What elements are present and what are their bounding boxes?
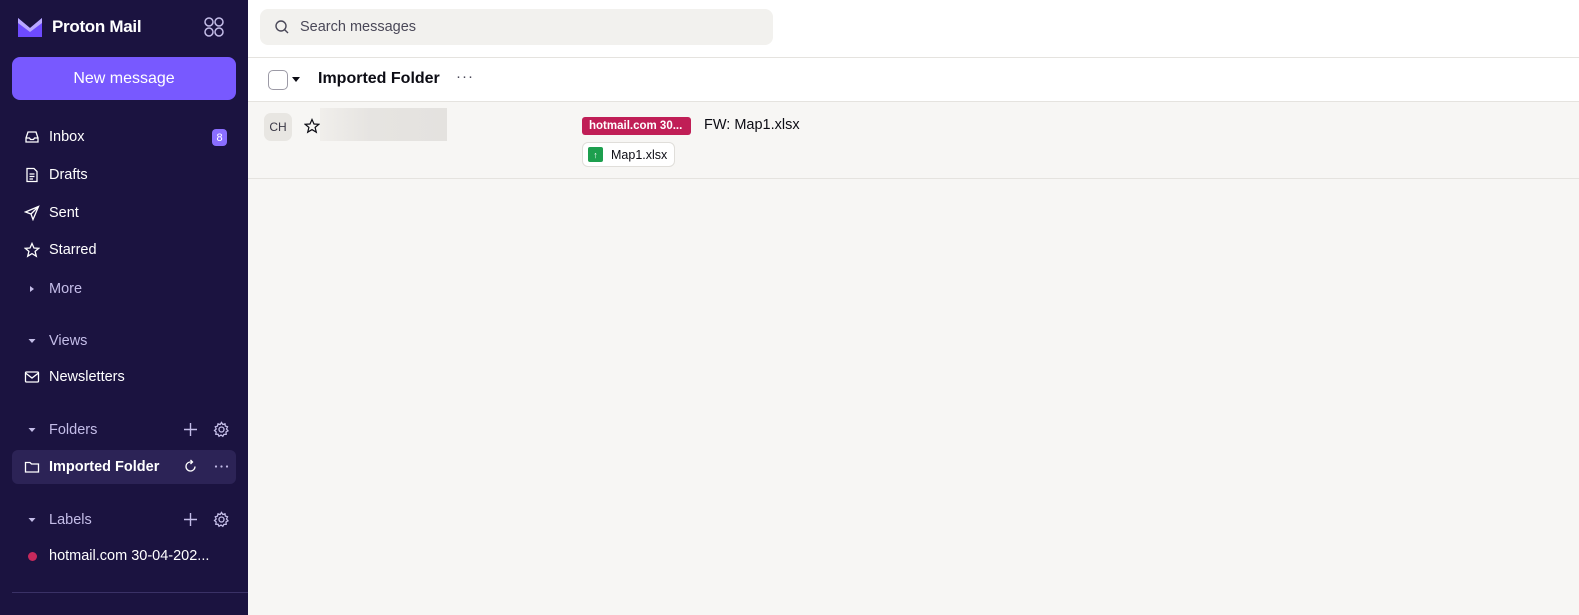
message-label-tag[interactable]: hotmail.com 30... [582, 117, 691, 135]
new-message-button[interactable]: New message [12, 57, 236, 100]
search-bar[interactable] [260, 9, 773, 45]
label-actions [182, 511, 230, 528]
message-subject: FW: Map1.xlsx [704, 117, 800, 133]
label-color-dot [28, 551, 37, 561]
search-icon [274, 19, 290, 35]
sidebar-item-label: Drafts [49, 167, 88, 183]
caret-right-icon [24, 281, 40, 297]
sidebar-item-drafts[interactable]: Drafts [12, 158, 236, 192]
folder-icon [24, 459, 40, 475]
select-options-caret-icon[interactable] [292, 77, 300, 82]
unread-count-badge: 8 [212, 129, 227, 146]
sidebar-item-label: Newsletters [49, 369, 125, 385]
sidebar-item-inbox[interactable]: Inbox 8 [12, 120, 236, 154]
caret-down-icon [24, 422, 40, 438]
select-all-checkbox[interactable] [268, 70, 288, 90]
refresh-icon[interactable] [182, 458, 199, 475]
sidebar-divider [12, 592, 248, 593]
avatar[interactable]: CH [264, 113, 292, 141]
attachment-name: Map1.xlsx [611, 147, 668, 162]
folder-settings-gear-icon[interactable] [213, 421, 230, 438]
more-options-icon[interactable]: ··· [456, 68, 474, 85]
folder-actions [182, 421, 230, 438]
sidebar-item-label-hotmail[interactable]: hotmail.com 30-04-202... [12, 539, 236, 573]
apps-grid-icon[interactable] [203, 16, 225, 38]
sidebar-item-label: Imported Folder [49, 459, 160, 475]
section-label: Views [49, 333, 88, 349]
message-list-toolbar: Imported Folder ··· [248, 58, 1579, 102]
top-bar [248, 0, 1579, 58]
star-toggle-icon[interactable] [303, 118, 321, 134]
sidebar-item-sent[interactable]: Sent [12, 196, 236, 230]
star-icon [24, 242, 40, 258]
section-folders[interactable]: Folders [12, 413, 236, 447]
sidebar-item-newsletters[interactable]: Newsletters [12, 360, 236, 394]
envelope-icon [24, 369, 40, 385]
message-row[interactable]: CH hotmail.com 30... FW: Map1.xlsx ↑ Map… [248, 102, 1579, 179]
sidebar-item-label: Inbox [49, 129, 85, 145]
sidebar: Proton Mail New message Inbox 8 Drafts S… [0, 0, 248, 615]
caret-down-icon [24, 333, 40, 349]
brand-name: Proton Mail [52, 17, 142, 36]
caret-down-icon [24, 512, 40, 528]
attachment-chip[interactable]: ↑ Map1.xlsx [582, 142, 676, 167]
section-labels[interactable]: Labels [12, 503, 236, 537]
inbox-icon [24, 129, 40, 145]
sidebar-item-starred[interactable]: Starred [12, 233, 236, 267]
sidebar-item-more[interactable]: More [12, 272, 236, 306]
sidebar-item-label: More [49, 281, 83, 297]
sidebar-item-label: hotmail.com 30-04-202... [49, 548, 210, 564]
section-views[interactable]: Views [12, 324, 236, 358]
brand[interactable]: Proton Mail [16, 14, 142, 40]
sidebar-item-imported-folder[interactable]: Imported Folder [12, 450, 236, 484]
add-folder-icon[interactable] [182, 421, 199, 438]
spreadsheet-file-icon: ↑ [588, 147, 603, 162]
proton-logo-icon [16, 15, 44, 39]
page-title: Imported Folder [318, 70, 440, 87]
add-label-icon[interactable] [182, 511, 199, 528]
folder-more-options-icon[interactable] [213, 458, 230, 475]
paper-plane-icon [24, 205, 40, 221]
search-input[interactable] [300, 19, 740, 35]
section-label: Labels [49, 512, 92, 528]
sidebar-item-label: Sent [49, 205, 79, 221]
label-settings-gear-icon[interactable] [213, 511, 230, 528]
section-label: Folders [49, 422, 98, 438]
sender-redacted [320, 108, 447, 141]
draft-icon [24, 167, 40, 183]
folder-item-actions [182, 458, 230, 475]
sidebar-item-label: Starred [49, 242, 97, 258]
